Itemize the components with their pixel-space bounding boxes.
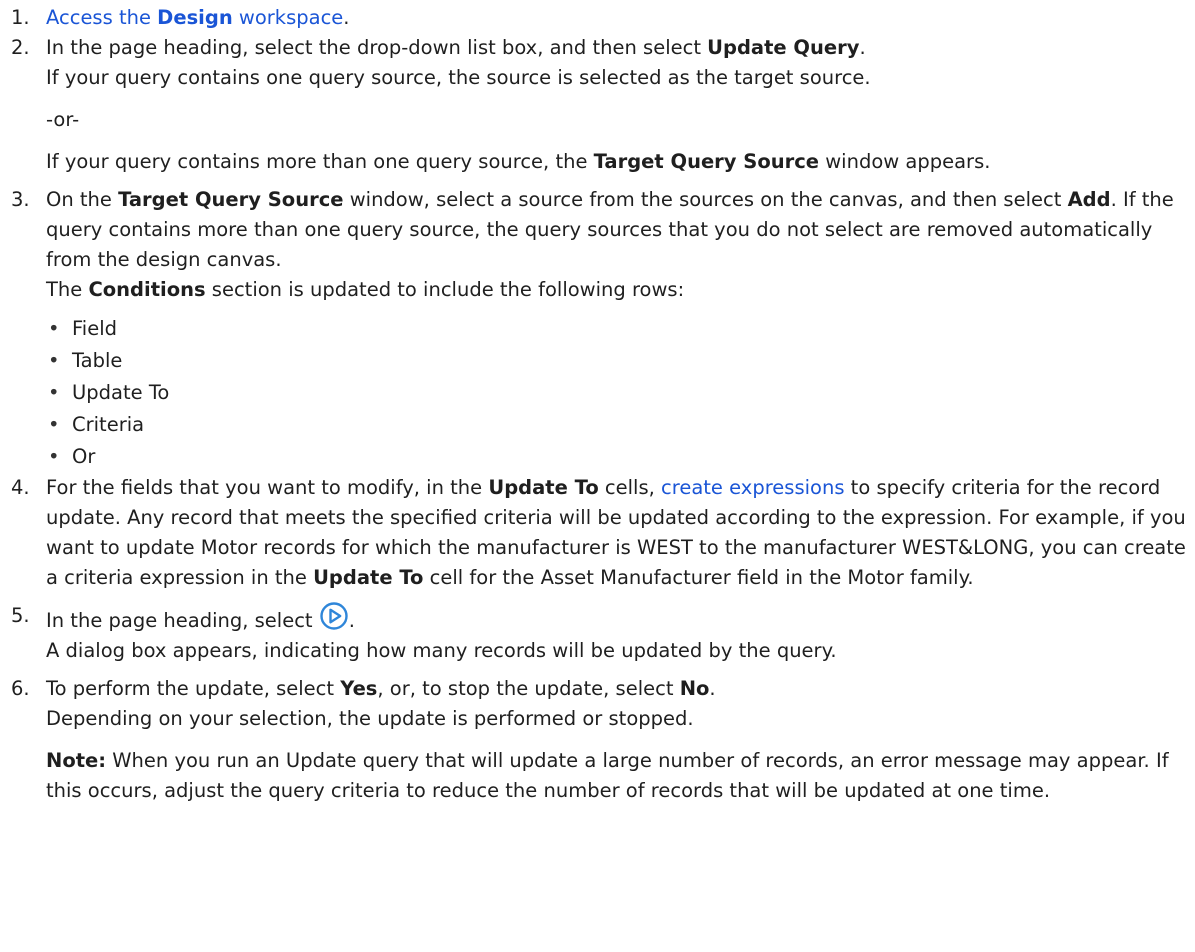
step-number: 5. bbox=[11, 604, 30, 627]
conditions-rows-list: Field Table Update To Criteria Or bbox=[46, 313, 1195, 473]
step-text: To perform the update, select Yes, or, t… bbox=[46, 677, 716, 700]
step-number: 1. bbox=[11, 6, 30, 29]
step-result-alt: If your query contains more than one que… bbox=[46, 150, 991, 173]
procedure-document: 1. Access the Design workspace. 2. In th… bbox=[0, 0, 1195, 806]
step-text: For the fields that you want to modify, … bbox=[46, 476, 1186, 589]
step-result: A dialog box appears, indicating how man… bbox=[46, 639, 837, 662]
list-item: Table bbox=[46, 345, 1195, 377]
or-separator: -or- bbox=[46, 108, 80, 131]
note-label: Note: bbox=[46, 749, 107, 772]
step-3: 3. On the Target Query Source window, se… bbox=[0, 185, 1195, 473]
step-text: In the page heading, select . bbox=[46, 601, 1195, 636]
list-item: Or bbox=[46, 441, 1195, 473]
step-result: Depending on your selection, the update … bbox=[46, 707, 694, 730]
create-expressions-link[interactable]: create expressions bbox=[661, 476, 844, 499]
step-number: 4. bbox=[11, 476, 30, 499]
step-number: 3. bbox=[11, 188, 30, 211]
list-item: Criteria bbox=[46, 409, 1195, 441]
step-text: On the Target Query Source window, selec… bbox=[46, 188, 1174, 271]
list-item: Field bbox=[46, 313, 1195, 345]
steps-list: 1. Access the Design workspace. 2. In th… bbox=[0, 3, 1195, 806]
step-2: 2. In the page heading, select the drop-… bbox=[0, 33, 1195, 177]
design-workspace-link[interactable]: Access the Design workspace bbox=[46, 6, 343, 29]
step-4: 4. For the fields that you want to modif… bbox=[0, 473, 1195, 593]
step-5: 5. In the page heading, select . A dialo… bbox=[0, 601, 1195, 666]
step-number: 6. bbox=[11, 677, 30, 700]
note-block: Note: When you run an Update query that … bbox=[46, 746, 1195, 806]
step-result: If your query contains one query source,… bbox=[46, 66, 871, 89]
step-result: The Conditions section is updated to inc… bbox=[46, 278, 685, 301]
step-number: 2. bbox=[11, 36, 30, 59]
note-text: When you run an Update query that will u… bbox=[46, 749, 1169, 802]
step-6: 6. To perform the update, select Yes, or… bbox=[0, 674, 1195, 806]
step-text: In the page heading, select the drop-dow… bbox=[46, 36, 866, 59]
step-1: 1. Access the Design workspace. bbox=[0, 3, 1195, 33]
run-query-icon bbox=[319, 601, 349, 631]
list-item: Update To bbox=[46, 377, 1195, 409]
